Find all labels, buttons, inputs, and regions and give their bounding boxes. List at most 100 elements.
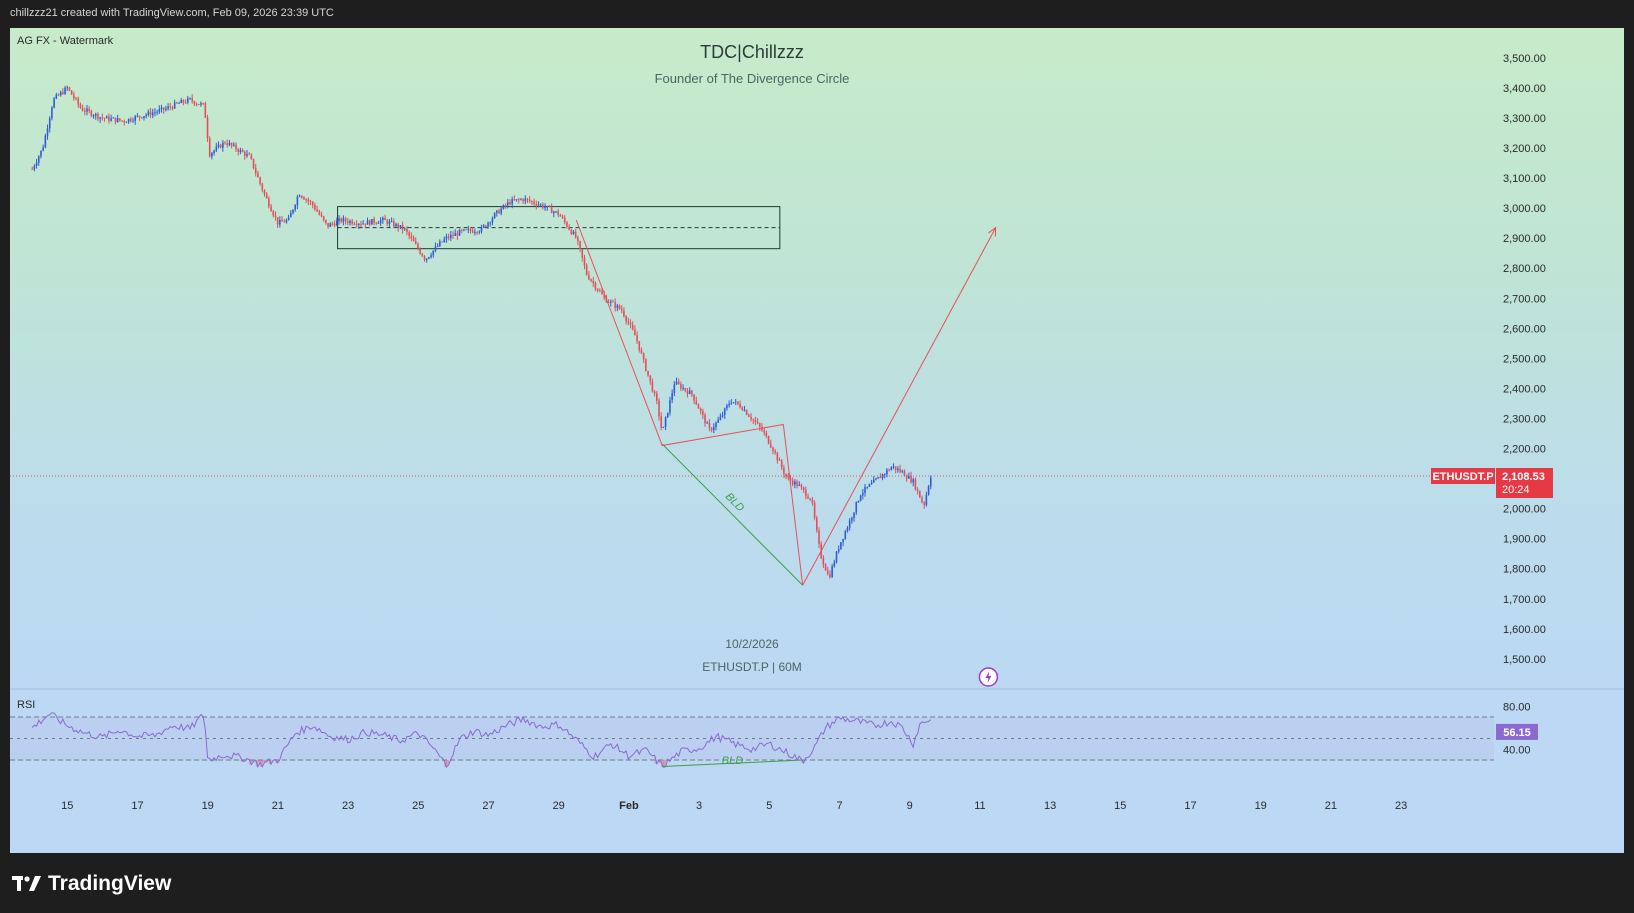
candle — [362, 220, 364, 225]
candle-body — [568, 226, 570, 230]
candle-body — [629, 322, 632, 325]
price-axis-label: 2,300.00 — [1503, 413, 1546, 425]
chart-svg[interactable]: 3,500.00 3,400.00 3,300.00 3,200.00 3,100.00… — [10, 28, 1624, 853]
candle-body — [428, 257, 430, 259]
candle — [283, 218, 286, 223]
candle-body — [868, 484, 871, 487]
candle — [31, 166, 33, 170]
candle-body — [522, 199, 524, 202]
candle-body — [500, 208, 503, 214]
candle-body — [364, 223, 367, 225]
candle-body — [303, 197, 305, 200]
candle-body — [656, 393, 658, 401]
candle — [180, 97, 183, 104]
candle-body — [42, 147, 44, 151]
candle-body — [432, 250, 435, 256]
candle — [748, 413, 750, 418]
candle-body — [279, 219, 281, 225]
candle-body — [154, 112, 156, 114]
price-axis-label: 1,500.00 — [1503, 654, 1546, 666]
candle-body — [309, 201, 312, 203]
chart-frame[interactable]: 3,500.00 3,400.00 3,300.00 3,200.00 3,100.00… — [10, 28, 1624, 853]
candle — [897, 466, 899, 473]
rsi-value-tag-text: 56.15 — [1503, 727, 1531, 739]
candle — [208, 136, 211, 158]
candle — [684, 387, 687, 393]
candle-body — [666, 412, 669, 418]
candle-body — [805, 489, 807, 497]
candle — [57, 93, 60, 96]
candle — [66, 85, 69, 91]
candle-body — [327, 223, 329, 227]
candle — [233, 142, 235, 147]
candle-body — [259, 177, 261, 184]
candle — [340, 217, 343, 224]
candle-body — [840, 542, 842, 550]
brand-logo[interactable]: TradingView — [12, 872, 171, 896]
candle — [408, 230, 410, 240]
time-axis-label: 7 — [836, 800, 842, 812]
candle — [136, 113, 139, 118]
candle — [393, 218, 395, 228]
time-axis-label: 21 — [1325, 800, 1337, 812]
candle — [103, 117, 106, 122]
candle-body — [774, 450, 776, 453]
candle — [524, 195, 527, 205]
candle-body — [745, 410, 748, 415]
price-axis-label: 3,100.00 — [1503, 173, 1546, 185]
candle — [723, 407, 726, 419]
candle — [553, 210, 555, 218]
candle-body — [325, 219, 327, 224]
candle-body — [590, 279, 592, 281]
candle-body — [528, 199, 531, 202]
candle — [213, 149, 215, 156]
candle — [664, 416, 667, 431]
candle — [914, 477, 917, 491]
candle-body — [368, 220, 371, 225]
candle — [485, 224, 487, 228]
candle-body — [892, 466, 895, 468]
candle — [732, 402, 735, 404]
candle-body — [399, 225, 402, 228]
candle-body — [673, 384, 676, 394]
candle-body — [40, 150, 42, 157]
candle-body — [612, 301, 614, 303]
candle — [325, 219, 327, 225]
symbol-tag-text: ETHUSDT.P — [1432, 471, 1493, 483]
price-axis-label: 1,900.00 — [1503, 534, 1546, 546]
candle — [432, 250, 435, 258]
candle — [708, 419, 711, 432]
candle — [651, 378, 654, 393]
candle — [715, 421, 717, 431]
candle-body — [822, 558, 825, 565]
candle — [250, 153, 253, 160]
candle-body — [283, 221, 286, 223]
candle-body — [68, 87, 71, 91]
candle — [493, 212, 496, 219]
candle — [412, 235, 415, 242]
candle — [502, 204, 505, 210]
candle — [625, 315, 627, 325]
candle-body — [59, 92, 62, 96]
candle — [572, 230, 575, 235]
candle — [730, 399, 733, 405]
candle — [156, 109, 158, 116]
candle-body — [498, 210, 500, 214]
candle-body — [800, 485, 803, 488]
candle-body — [434, 246, 437, 251]
candle — [298, 194, 301, 198]
candle-body — [515, 199, 518, 201]
candle — [246, 150, 248, 158]
candle-body — [807, 496, 809, 499]
candle — [434, 242, 437, 253]
candle — [375, 221, 378, 226]
candle — [767, 435, 770, 445]
candle-body — [651, 381, 654, 392]
candle-body — [140, 117, 143, 118]
candle-body — [331, 223, 334, 225]
candle-body — [274, 215, 277, 218]
candle-body — [156, 111, 158, 113]
candle-body — [384, 217, 386, 221]
candle — [474, 228, 476, 236]
candle-body — [94, 113, 97, 116]
